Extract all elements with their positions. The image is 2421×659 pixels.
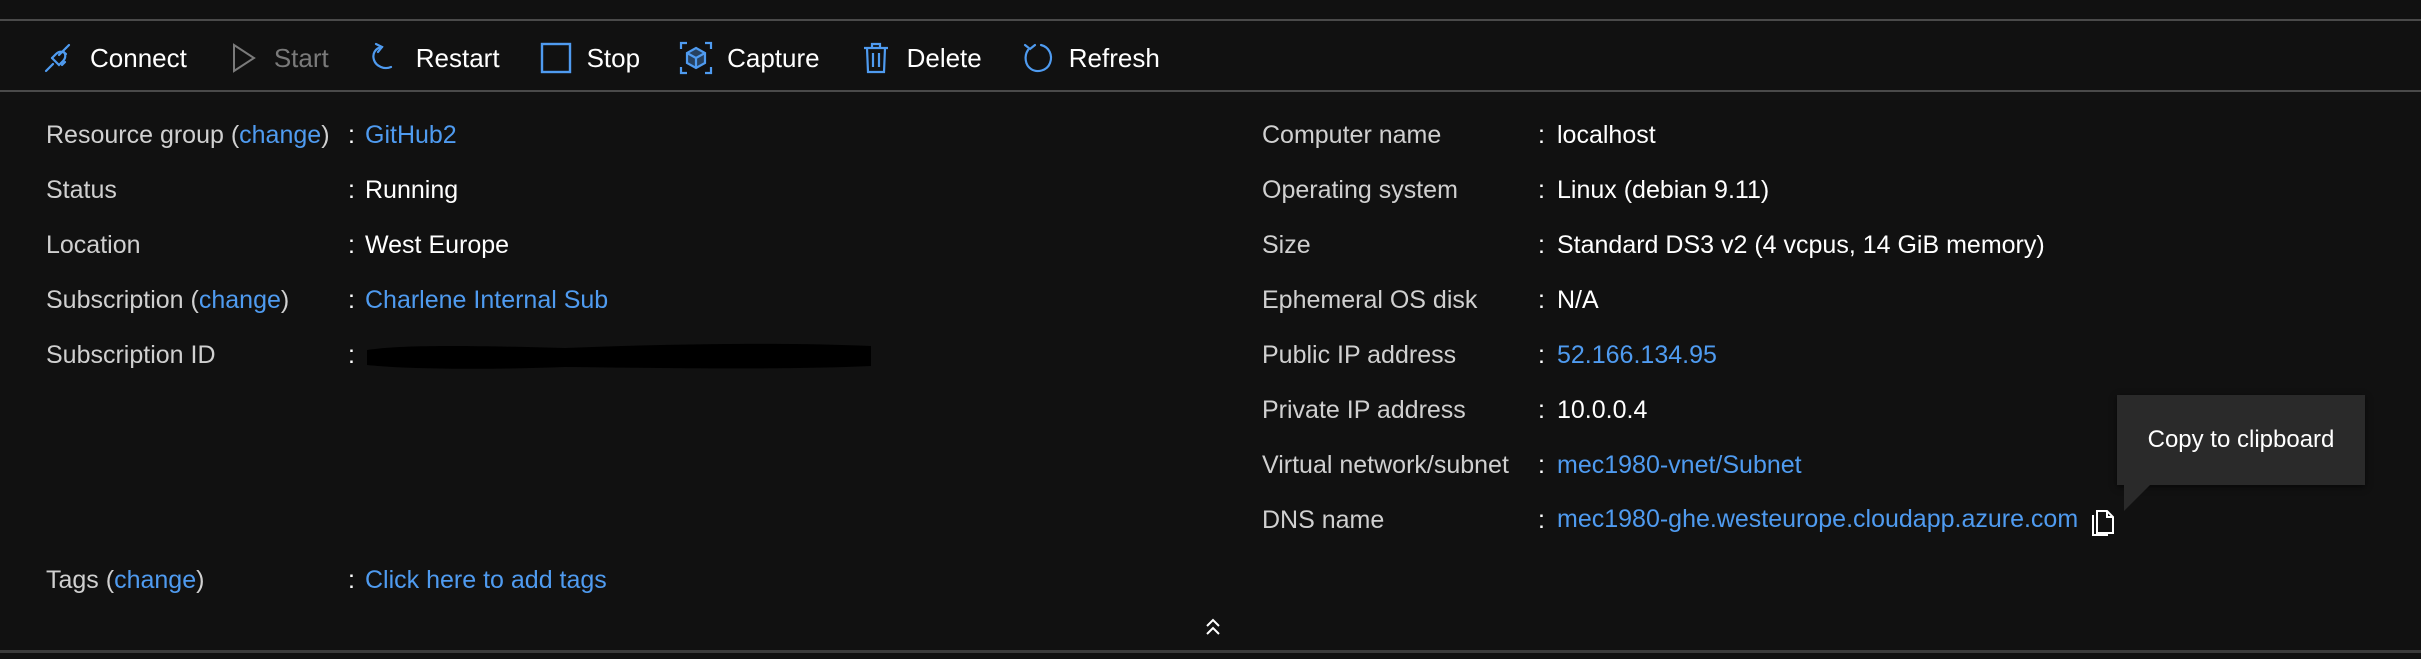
tags-label: Tags (change) bbox=[46, 566, 205, 594]
resource-group-label: Resource group (change) bbox=[46, 121, 330, 149]
private-ip-row: Private IP address : 10.0.0.4 bbox=[1262, 383, 1647, 438]
computer-name-value: localhost bbox=[1557, 121, 1656, 149]
dns-name-label: DNS name bbox=[1262, 506, 1385, 534]
public-ip-row: Public IP address : 52.166.134.95 bbox=[1262, 328, 1717, 383]
restart-button[interactable]: Restart bbox=[368, 30, 500, 86]
stop-label: Stop bbox=[586, 42, 641, 73]
resource-group-value[interactable]: GitHub2 bbox=[365, 121, 457, 150]
bottom-divider bbox=[0, 650, 2421, 653]
delete-label: Delete bbox=[906, 42, 982, 73]
separator: : bbox=[1538, 176, 1545, 204]
status-value: Running bbox=[365, 176, 459, 204]
capture-button[interactable]: Capture bbox=[679, 30, 820, 86]
public-ip-label: Public IP address bbox=[1262, 341, 1457, 369]
subscription-change-link[interactable]: change bbox=[199, 286, 281, 314]
location-row: Location : West Europe bbox=[46, 218, 509, 273]
connect-button[interactable]: Connect bbox=[42, 30, 187, 86]
capture-label: Capture bbox=[727, 42, 820, 73]
subscription-row: Subscription (change) : Charlene Interna… bbox=[46, 273, 608, 328]
restart-label: Restart bbox=[415, 42, 500, 73]
restart-icon bbox=[368, 41, 402, 75]
separator: : bbox=[348, 566, 355, 594]
tags-change-link[interactable]: change bbox=[114, 566, 196, 594]
public-ip-value[interactable]: 52.166.134.95 bbox=[1557, 341, 1717, 370]
separator: : bbox=[348, 176, 355, 204]
subscription-id-label: Subscription ID bbox=[46, 341, 216, 369]
operating-system-value: Linux (debian 9.11) bbox=[1557, 176, 1770, 204]
ephemeral-os-disk-row: Ephemeral OS disk : N/A bbox=[1262, 273, 1599, 328]
refresh-button[interactable]: Refresh bbox=[1021, 30, 1160, 86]
tags-row: Tags (change) : Click here to add tags bbox=[46, 553, 607, 608]
subscription-id-row: Subscription ID : bbox=[46, 328, 871, 383]
connect-label: Connect bbox=[90, 42, 187, 73]
resource-group-row: Resource group (change) : GitHub2 bbox=[46, 108, 457, 163]
essentials-left-column: Resource group (change) : GitHub2 Status… bbox=[46, 108, 871, 383]
separator: : bbox=[348, 341, 355, 369]
tooltip-arrow bbox=[2124, 485, 2150, 511]
dns-name-value[interactable]: mec1980-ghe.westeurope.cloudapp.azure.co… bbox=[1557, 505, 2078, 533]
separator: : bbox=[1538, 231, 1545, 259]
size-row: Size : Standard DS3 v2 (4 vcpus, 14 GiB … bbox=[1262, 218, 2045, 273]
toolbar-divider bbox=[0, 90, 2421, 92]
separator: : bbox=[1538, 396, 1545, 424]
location-value: West Europe bbox=[365, 231, 510, 259]
top-divider bbox=[0, 19, 2421, 21]
separator: : bbox=[1538, 341, 1545, 369]
collapse-chevron-icon[interactable] bbox=[1198, 612, 1228, 642]
vnet-subnet-row: Virtual network/subnet : mec1980-vnet/Su… bbox=[1262, 438, 1802, 493]
location-label: Location bbox=[46, 231, 141, 259]
subscription-value[interactable]: Charlene Internal Sub bbox=[365, 286, 608, 315]
private-ip-label: Private IP address bbox=[1262, 396, 1466, 424]
copy-tooltip: Copy to clipboard bbox=[2117, 395, 2365, 485]
plug-icon bbox=[42, 41, 76, 75]
status-row: Status : Running bbox=[46, 163, 458, 218]
command-bar: Connect Start Restart Stop Capture Delet… bbox=[42, 30, 1199, 86]
redaction-mark bbox=[367, 343, 871, 369]
vnet-subnet-label: Virtual network/subnet bbox=[1262, 451, 1509, 479]
computer-name-label: Computer name bbox=[1262, 121, 1442, 149]
separator: : bbox=[348, 286, 355, 314]
computer-name-row: Computer name : localhost bbox=[1262, 108, 1656, 163]
vnet-subnet-value[interactable]: mec1980-vnet/Subnet bbox=[1557, 451, 1802, 480]
separator: : bbox=[348, 231, 355, 259]
trash-icon bbox=[859, 41, 893, 75]
separator: : bbox=[1538, 506, 1545, 534]
start-label: Start bbox=[273, 42, 329, 73]
stop-icon bbox=[539, 41, 573, 75]
private-ip-value: 10.0.0.4 bbox=[1557, 396, 1648, 424]
separator: : bbox=[1538, 286, 1545, 314]
size-label: Size bbox=[1262, 231, 1311, 259]
add-tags-link[interactable]: Click here to add tags bbox=[365, 566, 607, 595]
dns-name-row: DNS name : mec1980-ghe.westeurope.clouda… bbox=[1262, 493, 2115, 548]
refresh-label: Refresh bbox=[1068, 42, 1160, 73]
ephemeral-os-disk-label: Ephemeral OS disk bbox=[1262, 286, 1478, 314]
refresh-icon bbox=[1021, 41, 1055, 75]
start-button[interactable]: Start bbox=[226, 30, 329, 86]
status-label: Status bbox=[46, 176, 117, 204]
resource-group-change-link[interactable]: change bbox=[239, 121, 321, 149]
tooltip-text: Copy to clipboard bbox=[2147, 426, 2335, 453]
copy-icon[interactable] bbox=[2090, 506, 2116, 536]
subscription-label: Subscription (change) bbox=[46, 286, 290, 314]
essentials-right-column: Computer name : localhost Operating syst… bbox=[1262, 108, 2115, 548]
capture-icon bbox=[679, 41, 713, 75]
operating-system-row: Operating system : Linux (debian 9.11) bbox=[1262, 163, 1769, 218]
separator: : bbox=[1538, 451, 1545, 479]
operating-system-label: Operating system bbox=[1262, 176, 1458, 204]
delete-button[interactable]: Delete bbox=[859, 30, 982, 86]
size-value: Standard DS3 v2 (4 vcpus, 14 GiB memory) bbox=[1557, 231, 2045, 259]
separator: : bbox=[348, 121, 355, 149]
dns-name-value-group: mec1980-ghe.westeurope.cloudapp.azure.co… bbox=[1557, 505, 2116, 536]
stop-button[interactable]: Stop bbox=[539, 30, 641, 86]
separator: : bbox=[1538, 121, 1545, 149]
ephemeral-os-disk-value: N/A bbox=[1557, 286, 1599, 314]
play-icon bbox=[226, 41, 260, 75]
